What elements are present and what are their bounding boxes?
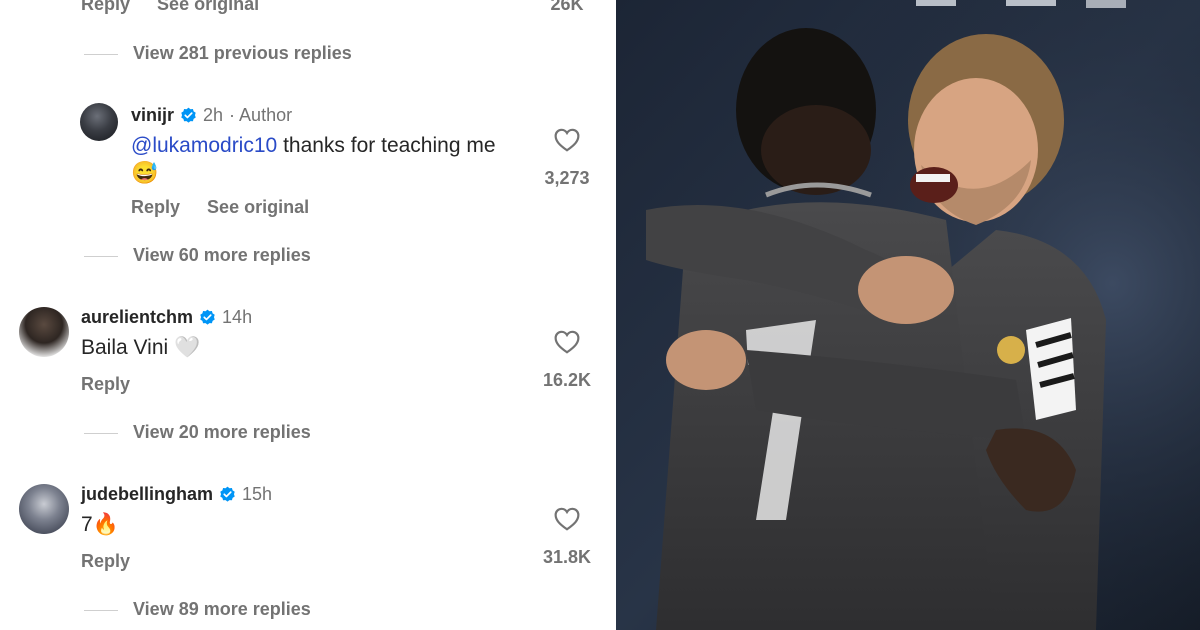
emoji: 🤍: [174, 336, 201, 359]
divider: [84, 256, 118, 257]
avatar[interactable]: [19, 484, 69, 534]
comment-body: thanks for teaching me: [283, 134, 496, 157]
top-comment-actions: Reply See original: [81, 0, 281, 15]
comment-text: @lukamodric10 thanks for teaching me: [131, 134, 496, 158]
comment-text: 7🔥: [81, 513, 119, 537]
divider: [84, 610, 118, 611]
emoji: 😅: [131, 160, 159, 185]
comment-actions: Reply See original: [131, 197, 331, 218]
avatar[interactable]: [80, 103, 118, 141]
reply-button[interactable]: Reply: [131, 197, 180, 217]
username[interactable]: vinijr: [131, 105, 174, 126]
view-more-replies[interactable]: View 60 more replies: [133, 245, 311, 266]
comment-body: Baila Vini: [81, 336, 169, 359]
comment-actions: Reply: [81, 551, 152, 572]
emoji: 🔥: [92, 513, 119, 536]
view-previous-replies[interactable]: View 281 previous replies: [133, 43, 352, 64]
comment-header: vinijr 2h · Author: [131, 105, 292, 126]
avatar[interactable]: [19, 307, 69, 357]
heart-icon[interactable]: [554, 128, 580, 152]
photo-illustration: [616, 0, 1200, 630]
comment-actions: Reply: [81, 374, 152, 395]
author-tag: · Author: [229, 105, 293, 125]
view-more-replies[interactable]: View 89 more replies: [133, 599, 311, 620]
reply-button[interactable]: Reply: [81, 0, 130, 14]
comment-header: judebellingham 15h: [81, 484, 272, 505]
mention-link[interactable]: @lukamodric10: [131, 134, 277, 157]
divider: [84, 433, 118, 434]
comment-text: Baila Vini 🤍: [81, 336, 200, 360]
players-hug-photo: [616, 0, 1200, 630]
timestamp: 15h: [242, 484, 273, 504]
username[interactable]: judebellingham: [81, 484, 213, 505]
like-count: 31.8K: [542, 547, 592, 567]
view-more-replies[interactable]: View 20 more replies: [133, 422, 311, 443]
see-original-button[interactable]: See original: [157, 0, 259, 14]
divider: [84, 54, 118, 55]
reply-button[interactable]: Reply: [81, 551, 130, 571]
comments-panel: Reply See original 26K View 281 previous…: [0, 0, 616, 630]
heart-icon[interactable]: [554, 507, 580, 531]
like-count: 3,273: [544, 168, 590, 188]
reply-button[interactable]: Reply: [81, 374, 130, 394]
like-count: 16.2K: [542, 370, 592, 390]
heart-icon[interactable]: [554, 330, 580, 354]
verified-badge-icon: [200, 309, 215, 325]
verified-badge-icon: [181, 107, 196, 123]
timestamp: 2h: [203, 105, 224, 125]
timestamp: 14h: [222, 307, 253, 327]
see-original-button[interactable]: See original: [207, 197, 309, 217]
like-count: 26K: [550, 0, 584, 14]
comment-body: 7: [81, 513, 93, 536]
username[interactable]: aurelientchm: [81, 307, 193, 328]
comment-header: aurelientchm 14h: [81, 307, 252, 328]
verified-badge-icon: [220, 486, 235, 502]
